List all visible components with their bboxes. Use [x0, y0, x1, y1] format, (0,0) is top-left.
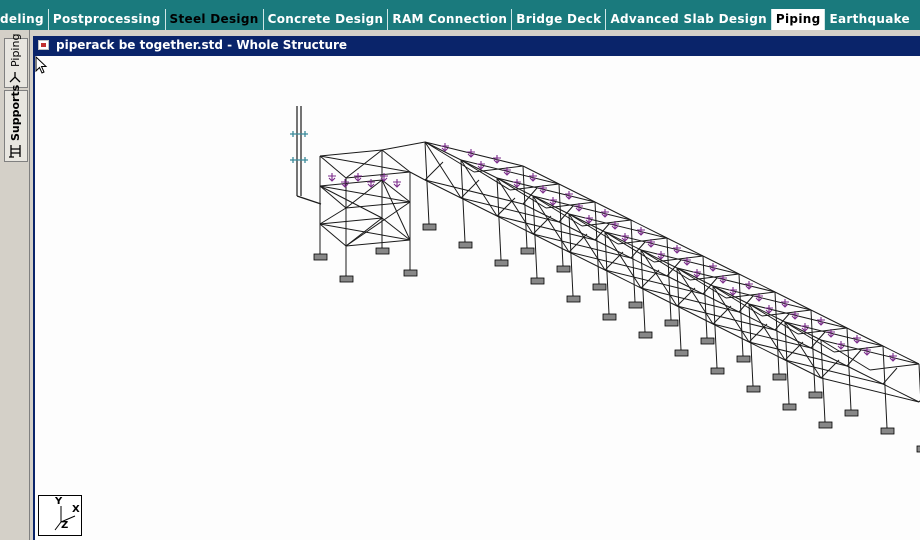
model-viewport[interactable]: Y X Z — [35, 56, 920, 540]
window-icon[interactable] — [38, 40, 49, 50]
ribbon-tab-ram-connection[interactable]: RAM Connection — [387, 9, 511, 30]
axis-y-label: Y — [55, 496, 63, 507]
window-title-bar[interactable]: piperack be together.std - Whole Structu… — [33, 36, 920, 56]
ribbon-tab-piping[interactable]: Piping — [770, 9, 825, 30]
vertical-pipe-riser — [290, 106, 322, 205]
ribbon-tab-bar: deling Postprocessing Steel Design Concrete… — [0, 0, 920, 30]
side-tab-piping-label: Piping — [9, 33, 22, 67]
supports-icon — [9, 145, 21, 158]
window-title: piperack be together.std - Whole Structu… — [56, 38, 348, 52]
ribbon-tab-advanced-slab-design[interactable]: Advanced Slab Design — [605, 9, 770, 30]
arrow-cursor-icon — [35, 56, 48, 74]
axis-x-label: X — [72, 504, 80, 515]
ribbon-tab-deling[interactable]: deling — [0, 9, 48, 30]
piping-icon — [9, 72, 21, 83]
side-tab-supports[interactable]: Supports — [4, 85, 28, 162]
piperack-3d-model[interactable] — [35, 56, 920, 540]
ribbon-tab-steel-design[interactable]: Steel Design — [164, 9, 263, 30]
structure-view-window: piperack be together.std - Whole Structu… — [33, 36, 920, 540]
side-tab-piping[interactable]: Piping — [4, 34, 28, 88]
axis-z-label: Z — [61, 520, 69, 531]
ribbon-tab-postprocessing[interactable]: Postprocessing — [47, 9, 165, 30]
ribbon-tab-strip: deling Postprocessing Steel Design Concrete… — [0, 9, 920, 30]
ribbon-tab-earthquake[interactable]: Earthquake — [824, 9, 914, 30]
axis-triad: Y X Z — [38, 495, 82, 536]
ribbon-tab-concrete-design[interactable]: Concrete Design — [262, 9, 388, 30]
ribbon-tab-bridge-deck[interactable]: Bridge Deck — [511, 9, 605, 30]
side-tab-supports-label: Supports — [9, 84, 22, 141]
left-side-panel: Piping Supports — [0, 30, 30, 540]
rack-frames — [319, 141, 920, 429]
